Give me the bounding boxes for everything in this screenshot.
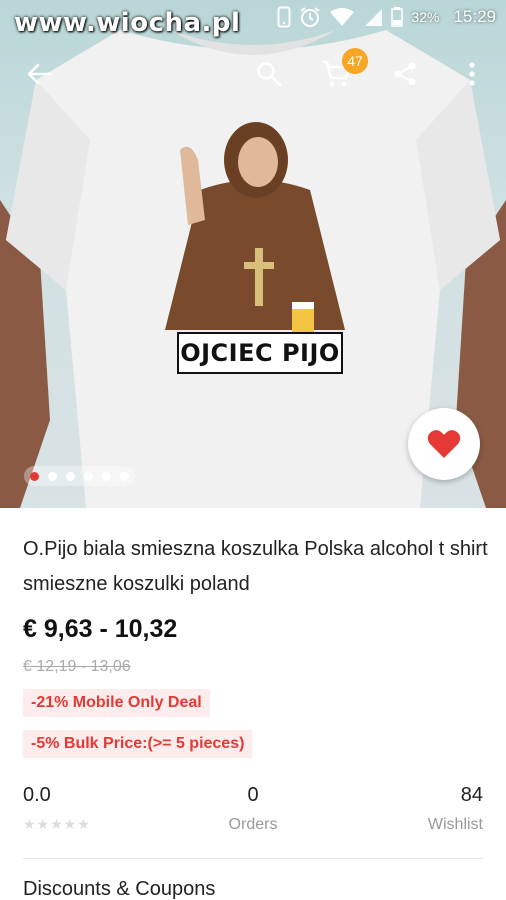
arrow-back-icon	[27, 63, 52, 85]
share-button[interactable]	[381, 46, 429, 102]
search-button[interactable]	[245, 46, 293, 102]
wishlist-label: Wishlist	[427, 816, 483, 833]
share-icon	[394, 62, 416, 86]
rating-value: 0.0	[23, 784, 51, 806]
product-details: O.Pijo biala smieszna koszulka Polska al…	[0, 508, 506, 900]
more-vert-icon	[469, 62, 475, 86]
divider	[23, 858, 483, 859]
battery-percent: 32%	[411, 9, 440, 25]
product-price: € 9,63 - 10,32	[23, 615, 178, 643]
phone-icon	[277, 6, 291, 28]
cart-button[interactable]: 47	[312, 46, 368, 102]
bulk-price-badge: -5% Bulk Price:(>= 5 pieces)	[23, 730, 253, 758]
pager-dot[interactable]	[48, 471, 57, 481]
signal-icon	[365, 9, 383, 26]
pager-dot[interactable]	[66, 471, 75, 481]
product-screen: OJCIEC PIJO www.wiocha.pl 32% 15:29 47 O…	[0, 0, 506, 900]
status-icons: 32% 15:29	[277, 6, 496, 28]
alarm-icon	[300, 7, 321, 27]
rating-stars: ★★★★★	[23, 816, 91, 832]
discounts-coupons-row[interactable]: Discounts & Coupons	[23, 878, 215, 900]
search-icon	[257, 62, 282, 87]
app-toolbar: 47	[0, 46, 506, 102]
orders-count: 0	[247, 784, 259, 806]
wifi-icon	[330, 8, 355, 26]
mobile-deal-badge: -21% Mobile Only Deal	[23, 689, 210, 717]
status-bar: www.wiocha.pl 32% 15:29	[0, 0, 506, 38]
cart-count-badge: 47	[342, 48, 368, 74]
pager-dot[interactable]	[120, 471, 129, 481]
more-options-button[interactable]	[448, 46, 496, 102]
back-button[interactable]	[15, 46, 63, 102]
original-price: € 12,19 - 13,06	[23, 658, 131, 675]
pager-dot[interactable]	[102, 471, 111, 481]
clock: 15:29	[453, 7, 496, 26]
product-title: O.Pijo biala smieszna koszulka Polska al…	[23, 538, 488, 595]
wishlist-count: 84	[460, 784, 483, 806]
shirt-print-text: OJCIEC PIJO	[177, 332, 343, 374]
battery-icon	[391, 7, 404, 27]
wishlist-button[interactable]	[408, 408, 480, 480]
orders-label: Orders	[228, 816, 278, 833]
watermark: www.wiocha.pl	[14, 8, 241, 38]
product-stats: 0.0 ★★★★★ 0 Orders 84 Wishlist	[0, 784, 506, 844]
pager-dot[interactable]	[84, 471, 93, 481]
pager-dot[interactable]	[30, 471, 39, 481]
gallery-pager[interactable]	[24, 466, 135, 486]
product-image-gallery[interactable]: OJCIEC PIJO www.wiocha.pl 32% 15:29 47	[0, 0, 506, 508]
heart-icon	[427, 430, 461, 458]
